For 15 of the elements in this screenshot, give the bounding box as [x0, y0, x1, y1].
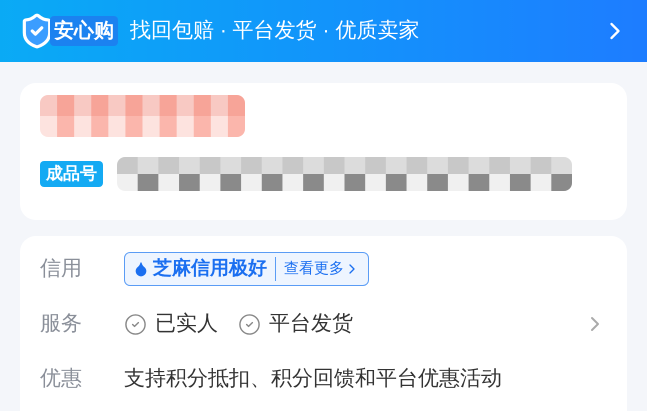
- service-item: 平台发货: [238, 308, 353, 340]
- credit-rating: 芝麻信用极好: [125, 254, 275, 284]
- banner-text: 找回包赔 · 平台发货 · 优质卖家: [130, 18, 420, 44]
- service-item: 已实人: [124, 308, 218, 340]
- drop-icon: [133, 261, 149, 277]
- detail-label: 服务: [40, 311, 83, 338]
- check-icon: [238, 312, 261, 336]
- banner[interactable]: 安心购 找回包赔 · 平台发货 · 优质卖家: [0, 0, 647, 62]
- check-icon: [124, 312, 147, 336]
- more-link[interactable]: 查看更多: [275, 257, 368, 281]
- detail-label: 信用: [40, 256, 83, 282]
- product-tag: 成品号: [40, 161, 103, 187]
- detail-label: 优惠: [40, 366, 83, 392]
- detail-text: 支持积分抵扣、积分回馈和平台优惠活动: [124, 366, 502, 392]
- badge-label: 安心购: [50, 16, 118, 46]
